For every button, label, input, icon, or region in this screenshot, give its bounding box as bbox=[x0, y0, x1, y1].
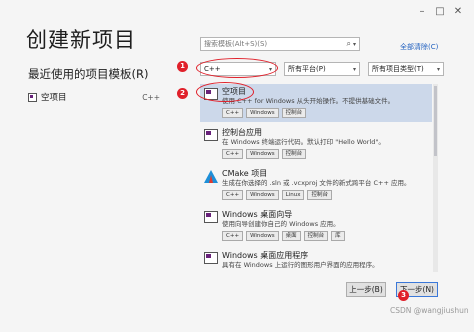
template-item-desktop-app[interactable]: Windows 桌面应用程序 具有在 Windows 上运行的图形用户界面的应用… bbox=[200, 248, 432, 272]
tag: C++ bbox=[222, 190, 244, 200]
tag: C++ bbox=[222, 108, 244, 118]
chevron-down-icon: ▾ bbox=[352, 65, 356, 73]
recent-item-label: 空项目 bbox=[41, 93, 67, 103]
desktop-app-icon bbox=[204, 252, 218, 264]
annotation-marker-2: 2 bbox=[177, 88, 188, 99]
template-item-console-app[interactable]: 控制台应用 在 Windows 终端运行代码。默认打印 "Hello World… bbox=[200, 125, 432, 163]
tag: Windows bbox=[246, 190, 279, 200]
template-desc: 使用 C++ for Windows 从头开始操作。不提供基础文件。 bbox=[222, 97, 395, 105]
template-tags: C++ Windows 桌面 控制台 库 bbox=[222, 231, 428, 241]
chevron-down-icon: ▾ bbox=[436, 65, 440, 73]
platform-filter[interactable]: 所有平台(P) ▾ bbox=[284, 62, 360, 76]
template-name: CMake 项目 bbox=[222, 169, 268, 178]
template-name: 控制台应用 bbox=[222, 128, 262, 137]
console-app-icon bbox=[204, 129, 218, 141]
desktop-wizard-icon bbox=[204, 211, 218, 223]
watermark: CSDN @wangjiushun bbox=[390, 306, 469, 315]
tag: Windows bbox=[246, 108, 279, 118]
template-name: Windows 桌面应用程序 bbox=[222, 251, 309, 260]
tag: 桌面 bbox=[281, 231, 301, 241]
template-list: 空项目 使用 C++ for Windows 从头开始操作。不提供基础文件。 C… bbox=[200, 84, 432, 272]
template-tags: C++ Windows 控制台 bbox=[222, 149, 428, 159]
cmake-icon bbox=[204, 170, 218, 183]
minimize-icon[interactable]: – bbox=[416, 6, 428, 18]
search-icon[interactable]: ⌕ bbox=[347, 39, 351, 49]
recent-item-lang: C++ bbox=[142, 92, 160, 102]
tag: Linux bbox=[281, 190, 305, 200]
template-search-input[interactable]: 搜索模板(Alt+S)(S) ⌕ ▾ bbox=[200, 37, 360, 51]
tag: 控制台 bbox=[281, 108, 307, 118]
annotation-marker-3: 3 bbox=[398, 290, 409, 301]
tag: Windows bbox=[246, 149, 279, 159]
tag: C++ bbox=[222, 231, 244, 241]
project-type-filter[interactable]: 所有项目类型(T) ▾ bbox=[368, 62, 444, 76]
platform-filter-value: 所有平台(P) bbox=[288, 65, 326, 73]
annotation-oval-empty-project bbox=[196, 82, 254, 102]
tag: C++ bbox=[222, 149, 244, 159]
template-desc: 使用向导创建你自己的 Windows 应用。 bbox=[222, 220, 340, 228]
maximize-icon[interactable]: □ bbox=[434, 6, 446, 18]
template-desc: 在 Windows 终端运行代码。默认打印 "Hello World"。 bbox=[222, 138, 385, 146]
window-controls: – □ ✕ bbox=[416, 6, 464, 18]
project-icon bbox=[28, 92, 37, 102]
template-desc: 生成在你选择的 .sln 或 .vcxproj 文件的新式跨平台 C++ 应用。 bbox=[222, 179, 411, 187]
tag: 控制台 bbox=[307, 190, 332, 200]
recent-item-empty-project[interactable]: 空项目 C++ bbox=[28, 90, 160, 104]
annotation-oval-language bbox=[196, 58, 278, 78]
tag: Windows bbox=[246, 231, 279, 241]
scrollbar-thumb[interactable] bbox=[434, 86, 437, 156]
chevron-down-icon[interactable]: ▾ bbox=[353, 41, 356, 48]
search-placeholder: 搜索模板(Alt+S)(S) bbox=[204, 40, 268, 48]
template-tags: C++ Windows Linux 控制台 bbox=[222, 190, 428, 200]
recent-templates-heading: 最近使用的项目模板(R) bbox=[28, 67, 149, 81]
tag: 控制台 bbox=[281, 149, 307, 159]
tag: 控制台 bbox=[303, 231, 329, 241]
template-list-scrollbar[interactable] bbox=[433, 84, 438, 272]
close-icon[interactable]: ✕ bbox=[452, 6, 464, 18]
annotation-marker-1: 1 bbox=[177, 61, 188, 72]
clear-all-link[interactable]: 全部清除(C) bbox=[400, 42, 438, 52]
tag: 库 bbox=[331, 231, 345, 241]
template-tags: C++ Windows 控制台 bbox=[222, 108, 428, 118]
project-type-filter-value: 所有项目类型(T) bbox=[372, 65, 424, 73]
template-name: Windows 桌面向导 bbox=[222, 210, 293, 219]
page-title: 创建新项目 bbox=[26, 28, 136, 52]
template-item-cmake[interactable]: CMake 项目 生成在你选择的 .sln 或 .vcxproj 文件的新式跨平… bbox=[200, 166, 432, 204]
back-button[interactable]: 上一步(B) bbox=[346, 282, 386, 297]
template-desc: 具有在 Windows 上运行的图形用户界面的应用程序。 bbox=[222, 261, 379, 269]
template-item-desktop-wizard[interactable]: Windows 桌面向导 使用向导创建你自己的 Windows 应用。 C++ … bbox=[200, 207, 432, 245]
